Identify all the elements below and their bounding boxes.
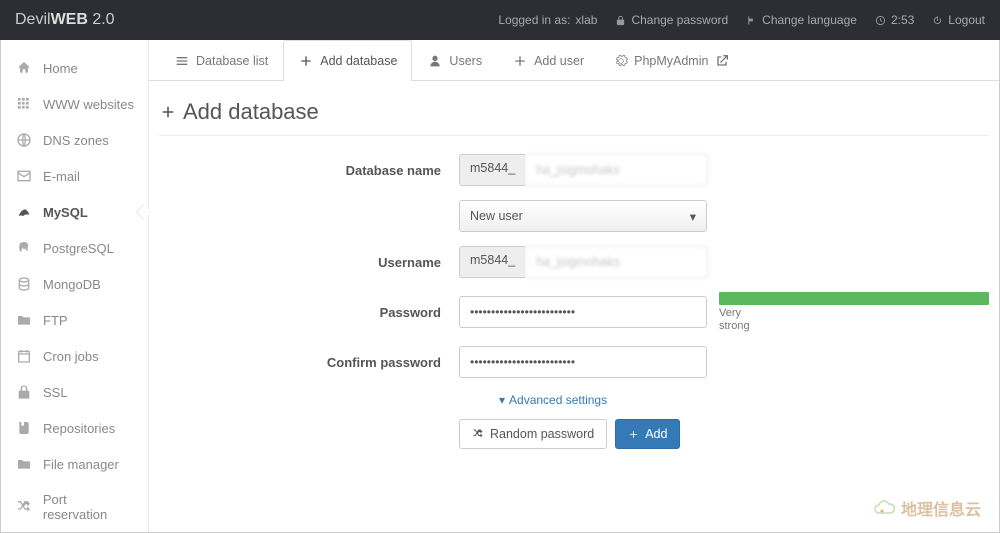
- logout-link[interactable]: Logout: [932, 13, 985, 27]
- dbname-input[interactable]: [525, 154, 708, 186]
- password-input[interactable]: [459, 296, 707, 328]
- cloud-icon: [873, 499, 897, 517]
- sidebar-item-label: Port reservation: [43, 492, 134, 522]
- gear-icon: [614, 54, 628, 68]
- sidebar-item-port-reservation[interactable]: Port reservation: [1, 482, 148, 532]
- username-input[interactable]: [525, 246, 708, 278]
- add-button[interactable]: Add: [615, 419, 680, 449]
- logged-in-as: Logged in as: xlab: [498, 13, 597, 27]
- tab-label: Add database: [320, 54, 397, 68]
- sidebar-item-label: DNS zones: [43, 133, 109, 148]
- change-language-link[interactable]: Change language: [746, 13, 857, 27]
- confirm-label: Confirm password: [159, 355, 459, 370]
- tab-users[interactable]: Users: [412, 40, 497, 81]
- sidebar-item-label: MySQL: [43, 205, 88, 220]
- sidebar-item-label: Home: [43, 61, 78, 76]
- sidebar-item-postgresql[interactable]: PostgreSQL: [1, 230, 148, 266]
- sidebar-item-dns-zones[interactable]: DNS zones: [1, 122, 148, 158]
- tab-add-database[interactable]: Add database: [283, 40, 412, 81]
- sidebar-item-label: SSL: [43, 385, 68, 400]
- mail-icon: [15, 168, 33, 184]
- tab-label: Database list: [196, 54, 268, 68]
- page-title: Add database: [159, 99, 989, 125]
- folder-icon: [15, 312, 33, 328]
- dbname-prefix: m5844_: [459, 154, 525, 186]
- sidebar-item-e-mail[interactable]: E-mail: [1, 158, 148, 194]
- list-icon: [174, 53, 190, 69]
- change-password-link[interactable]: Change password: [615, 13, 728, 27]
- confirm-password-input[interactable]: [459, 346, 707, 378]
- external-link-icon: [714, 53, 730, 69]
- advanced-settings-toggle[interactable]: ▾ Advanced settings: [499, 393, 607, 407]
- home-icon: [15, 60, 33, 76]
- tab-label: Add user: [534, 54, 584, 68]
- plus-icon: [512, 53, 528, 69]
- plus-icon: [159, 103, 177, 121]
- sidebar-item-ftp[interactable]: FTP: [1, 302, 148, 338]
- password-strength-label: Very strong: [719, 307, 759, 332]
- sidebar-item-label: PostgreSQL: [43, 241, 114, 256]
- db-icon: [15, 276, 33, 292]
- sidebar-item-mysql[interactable]: MySQL: [1, 194, 148, 230]
- sidebar-item-label: MongoDB: [43, 277, 101, 292]
- tab-database-list[interactable]: Database list: [159, 40, 283, 81]
- password-label: Password: [159, 305, 459, 320]
- sidebar-item-label: Repositories: [43, 421, 115, 436]
- sidebar-item-ssl[interactable]: SSL: [1, 374, 148, 410]
- username-label: Username: [159, 255, 459, 270]
- globe-icon: [15, 132, 33, 148]
- user-icon: [427, 53, 443, 69]
- sidebar-item-file-manager[interactable]: File manager: [1, 446, 148, 482]
- sidebar-item-label: E-mail: [43, 169, 80, 184]
- sidebar-item-label: FTP: [43, 313, 68, 328]
- caret-down-icon: ▾: [499, 393, 505, 407]
- tabs: Database list Add database Users Add user Ph…: [149, 40, 999, 81]
- time-display: 2:53: [875, 13, 914, 27]
- shuffle-icon: [472, 428, 484, 440]
- lock-icon: [615, 15, 626, 26]
- sidebar-item-home[interactable]: Home: [1, 50, 148, 86]
- grid-icon: [15, 96, 33, 112]
- tab-phpmyadmin[interactable]: PhpMyAdmin: [599, 40, 745, 81]
- plus-icon: [628, 429, 639, 440]
- brand: DevilWEB 2.0: [15, 11, 115, 29]
- random-password-button[interactable]: Random password: [459, 419, 607, 449]
- pg-icon: [15, 240, 33, 256]
- sidebar-item-label: File manager: [43, 457, 119, 472]
- mysql-icon: [15, 204, 33, 220]
- shuffle-icon: [15, 499, 33, 515]
- user-select[interactable]: New user ▾: [459, 200, 707, 232]
- tab-label: PhpMyAdmin: [634, 54, 708, 68]
- cal-icon: [15, 348, 33, 364]
- sidebar-item-mongodb[interactable]: MongoDB: [1, 266, 148, 302]
- folder-icon: [15, 456, 33, 472]
- plus-icon: [298, 53, 314, 69]
- caret-down-icon: ▾: [690, 209, 696, 224]
- username-prefix: m5844_: [459, 246, 525, 278]
- sidebar-item-repositories[interactable]: Repositories: [1, 410, 148, 446]
- tab-label: Users: [449, 54, 482, 68]
- repo-icon: [15, 420, 33, 436]
- flag-icon: [746, 15, 757, 26]
- sidebar-item-www-websites[interactable]: WWW websites: [1, 86, 148, 122]
- watermark: 地理信息云: [873, 496, 981, 520]
- lock-icon: [15, 384, 33, 400]
- dbname-label: Database name: [159, 163, 459, 178]
- password-strength-meter: [719, 292, 989, 305]
- sidebar-item-label: Cron jobs: [43, 349, 99, 364]
- sidebar-item-cron-jobs[interactable]: Cron jobs: [1, 338, 148, 374]
- clock-icon: [875, 15, 886, 26]
- power-icon: [932, 15, 943, 26]
- sidebar-item-label: WWW websites: [43, 97, 134, 112]
- tab-add-user[interactable]: Add user: [497, 40, 599, 81]
- sidebar: Home WWW websites DNS zones E-mail MySQL Post…: [1, 40, 149, 532]
